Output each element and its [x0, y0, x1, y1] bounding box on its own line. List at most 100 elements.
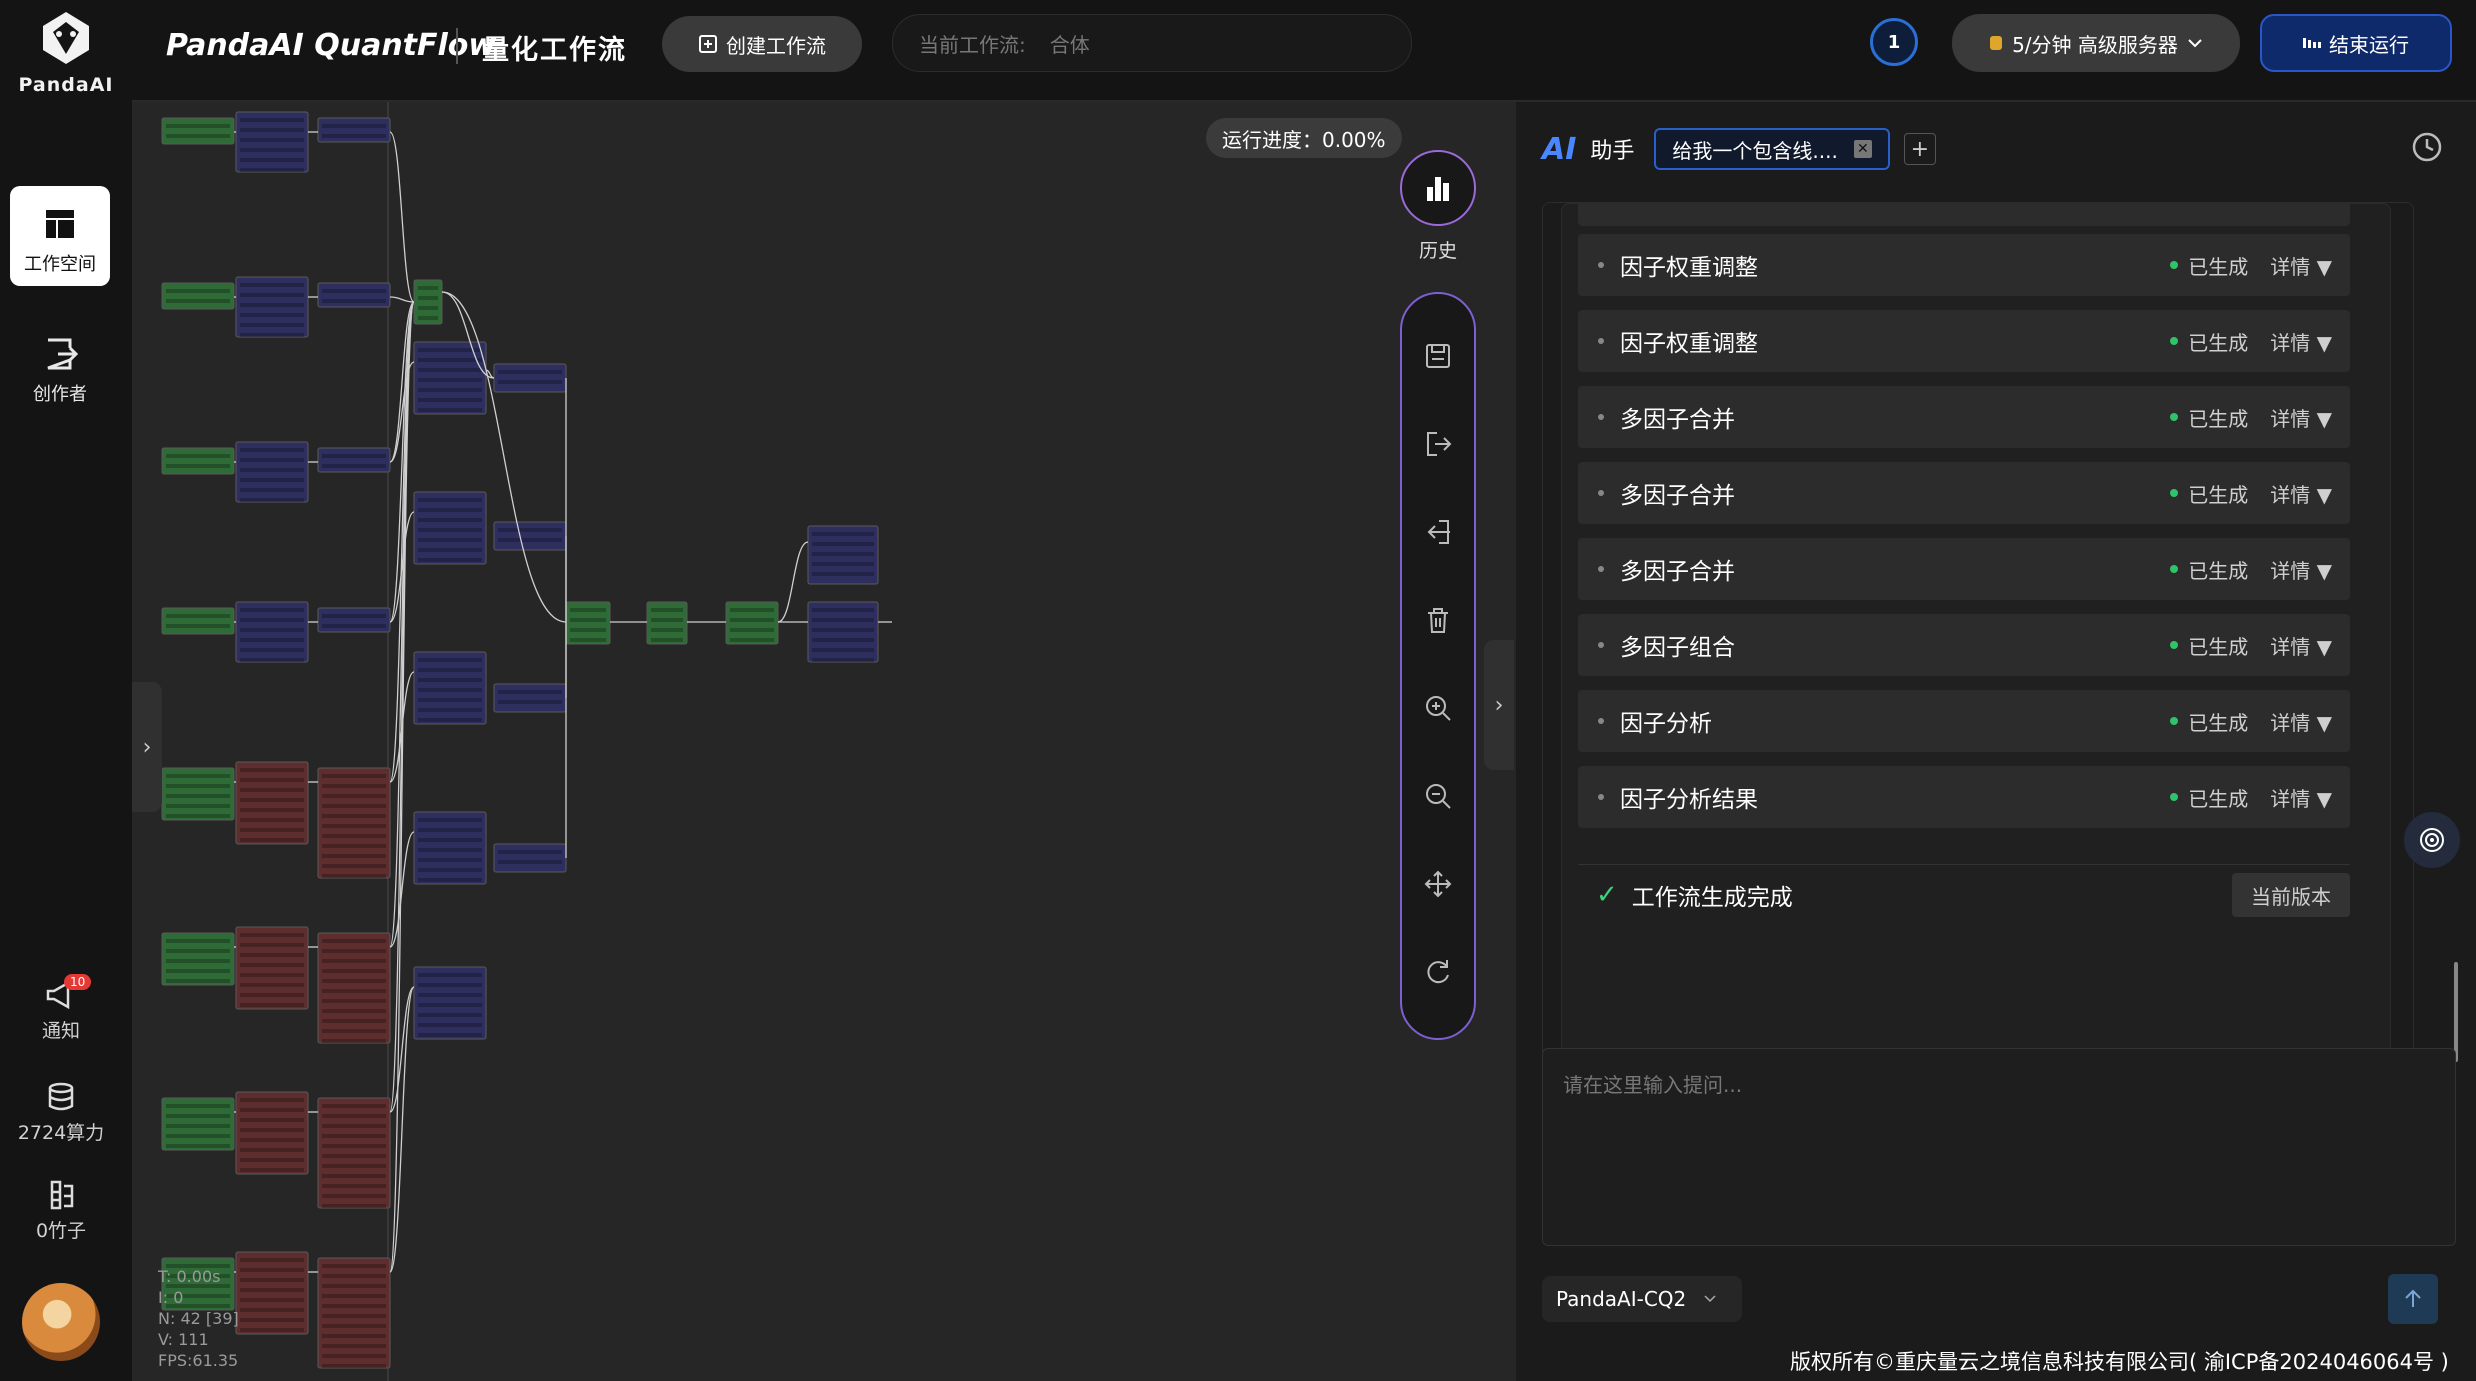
avatar[interactable]: [22, 1283, 100, 1361]
spiral-icon: [2420, 828, 2444, 852]
save-icon: [1426, 344, 1450, 368]
bullet: [1598, 490, 1604, 496]
import-button[interactable]: [1402, 504, 1474, 560]
delete-button[interactable]: [1402, 592, 1474, 648]
bullet: [1598, 414, 1604, 420]
send-button[interactable]: [2388, 1274, 2438, 1324]
input-node[interactable]: [161, 447, 235, 475]
create-workflow-button[interactable]: 创建工作流: [662, 16, 862, 72]
node-field: [322, 969, 386, 973]
step-name: 多因子组合: [1620, 635, 1735, 661]
node-field: [498, 690, 562, 694]
sidebar-item-creator[interactable]: 创作者: [10, 316, 110, 416]
weight-node[interactable]: [493, 363, 567, 393]
node-field: [418, 538, 482, 542]
detail-toggle[interactable]: 详情 ▼: [2270, 403, 2332, 432]
sidebar-item-notify[interactable]: 10 通知: [0, 974, 122, 1043]
weight-node[interactable]: [493, 521, 567, 551]
node-field: [240, 1138, 304, 1142]
node-field: [240, 168, 304, 172]
status-badge: 已生成: [2170, 631, 2248, 660]
node-field: [322, 939, 386, 943]
node-field: [322, 1134, 386, 1138]
detail-toggle[interactable]: 详情 ▼: [2270, 327, 2332, 356]
scrollbar[interactable]: [2452, 202, 2460, 1102]
sidebar-item-bamboo[interactable]: 0竹子: [0, 1178, 122, 1243]
node-field: [240, 768, 304, 772]
input-node[interactable]: [161, 282, 235, 310]
node-field: [322, 804, 386, 808]
logo[interactable]: PandaAI: [0, 10, 132, 96]
node-field: [730, 618, 774, 622]
node-field: [498, 380, 562, 384]
calc-node[interactable]: [317, 607, 391, 633]
end-run-button[interactable]: 结束运行: [2260, 14, 2452, 72]
status-dot: [2170, 413, 2179, 421]
calc-node[interactable]: [317, 117, 391, 143]
input-node[interactable]: [161, 607, 235, 635]
new-conversation-button[interactable]: +: [1903, 133, 1936, 165]
node-field: [322, 989, 386, 993]
sidebar-item-workspace[interactable]: 工作空间: [10, 186, 110, 286]
node-field: [418, 286, 438, 290]
conversation-tab[interactable]: 给我一个包含线.... ✕: [1654, 128, 1890, 170]
workflow-canvas[interactable]: [132, 102, 1516, 1381]
detail-toggle[interactable]: 详情 ▼: [2270, 783, 2332, 812]
node-field: [240, 1118, 304, 1122]
save-button[interactable]: [1402, 328, 1474, 384]
model-select[interactable]: PandaAI-CQ2: [1542, 1276, 1742, 1322]
calc-node[interactable]: [317, 282, 391, 308]
detail-toggle[interactable]: 详情 ▼: [2270, 479, 2332, 508]
status-badge: 已生成: [2170, 327, 2248, 356]
node-field: [166, 289, 230, 293]
node-field: [418, 718, 482, 722]
node-field: [240, 788, 304, 792]
history-clock-icon[interactable]: [2410, 130, 2444, 164]
copyright-footer: 版权所有©重庆量云之境信息科技有限公司( 渝ICP备2024046064号 ): [1790, 1350, 2449, 1374]
current-workflow-field[interactable]: 当前工作流: 合体: [892, 14, 1412, 72]
detail-toggle[interactable]: 详情 ▼: [2270, 631, 2332, 660]
node-field: [322, 1194, 386, 1198]
message-area[interactable]: 因子权重调整 已生成 详情 ▼ 因子权重调整 已生成 详情 ▼ 多因子合并 已生…: [1542, 202, 2414, 1084]
zoom-out-button[interactable]: [1402, 768, 1474, 824]
detail-toggle[interactable]: 详情 ▼: [2270, 555, 2332, 584]
scrollbar-thumb[interactable]: [2454, 962, 2458, 1062]
prompt-input[interactable]: 请在这里输入提问...: [1542, 1048, 2456, 1246]
detail-toggle[interactable]: 详情 ▼: [2270, 251, 2332, 280]
node-field: [240, 1098, 304, 1102]
node-field: [322, 1124, 386, 1128]
history-button[interactable]: [1400, 150, 1476, 226]
assistant-title: 助手: [1590, 139, 1635, 164]
node-field: [240, 1258, 304, 1262]
sidebar-item-compute[interactable]: 2724算力: [0, 1080, 122, 1145]
node-field: [498, 850, 562, 854]
calc-node[interactable]: [317, 447, 391, 473]
status-badge: 已生成: [2170, 707, 2248, 736]
expand-left-tab[interactable]: ›: [132, 682, 162, 812]
weight-node[interactable]: [493, 843, 567, 873]
assistant-float-button[interactable]: [2404, 812, 2460, 868]
current-version-button[interactable]: 当前版本: [2232, 873, 2350, 917]
weight-node[interactable]: [493, 683, 567, 713]
task-status-indicator[interactable]: 1: [1870, 18, 1918, 66]
detail-toggle[interactable]: 详情 ▼: [2270, 707, 2332, 736]
export-button[interactable]: [1402, 416, 1474, 472]
refresh-button[interactable]: [1402, 944, 1474, 1000]
move-button[interactable]: [1402, 856, 1474, 912]
node-link: [389, 986, 415, 1113]
node-field: [240, 118, 304, 122]
node-field: [166, 124, 230, 128]
node-field: [322, 1184, 386, 1188]
close-icon[interactable]: ✕: [1853, 140, 1872, 158]
node-field: [812, 542, 874, 546]
workflow-graph[interactable]: [132, 102, 1516, 1381]
node-field: [322, 1364, 386, 1368]
input-node[interactable]: [161, 117, 235, 145]
database-icon: [48, 1082, 74, 1111]
node-field: [418, 828, 482, 832]
collapse-right-tab[interactable]: ›: [1484, 640, 1514, 770]
server-select[interactable]: 5/分钟 高级服务器: [1952, 14, 2240, 72]
node-field: [240, 1328, 304, 1332]
node-field: [418, 658, 482, 662]
zoom-in-button[interactable]: [1402, 680, 1474, 736]
